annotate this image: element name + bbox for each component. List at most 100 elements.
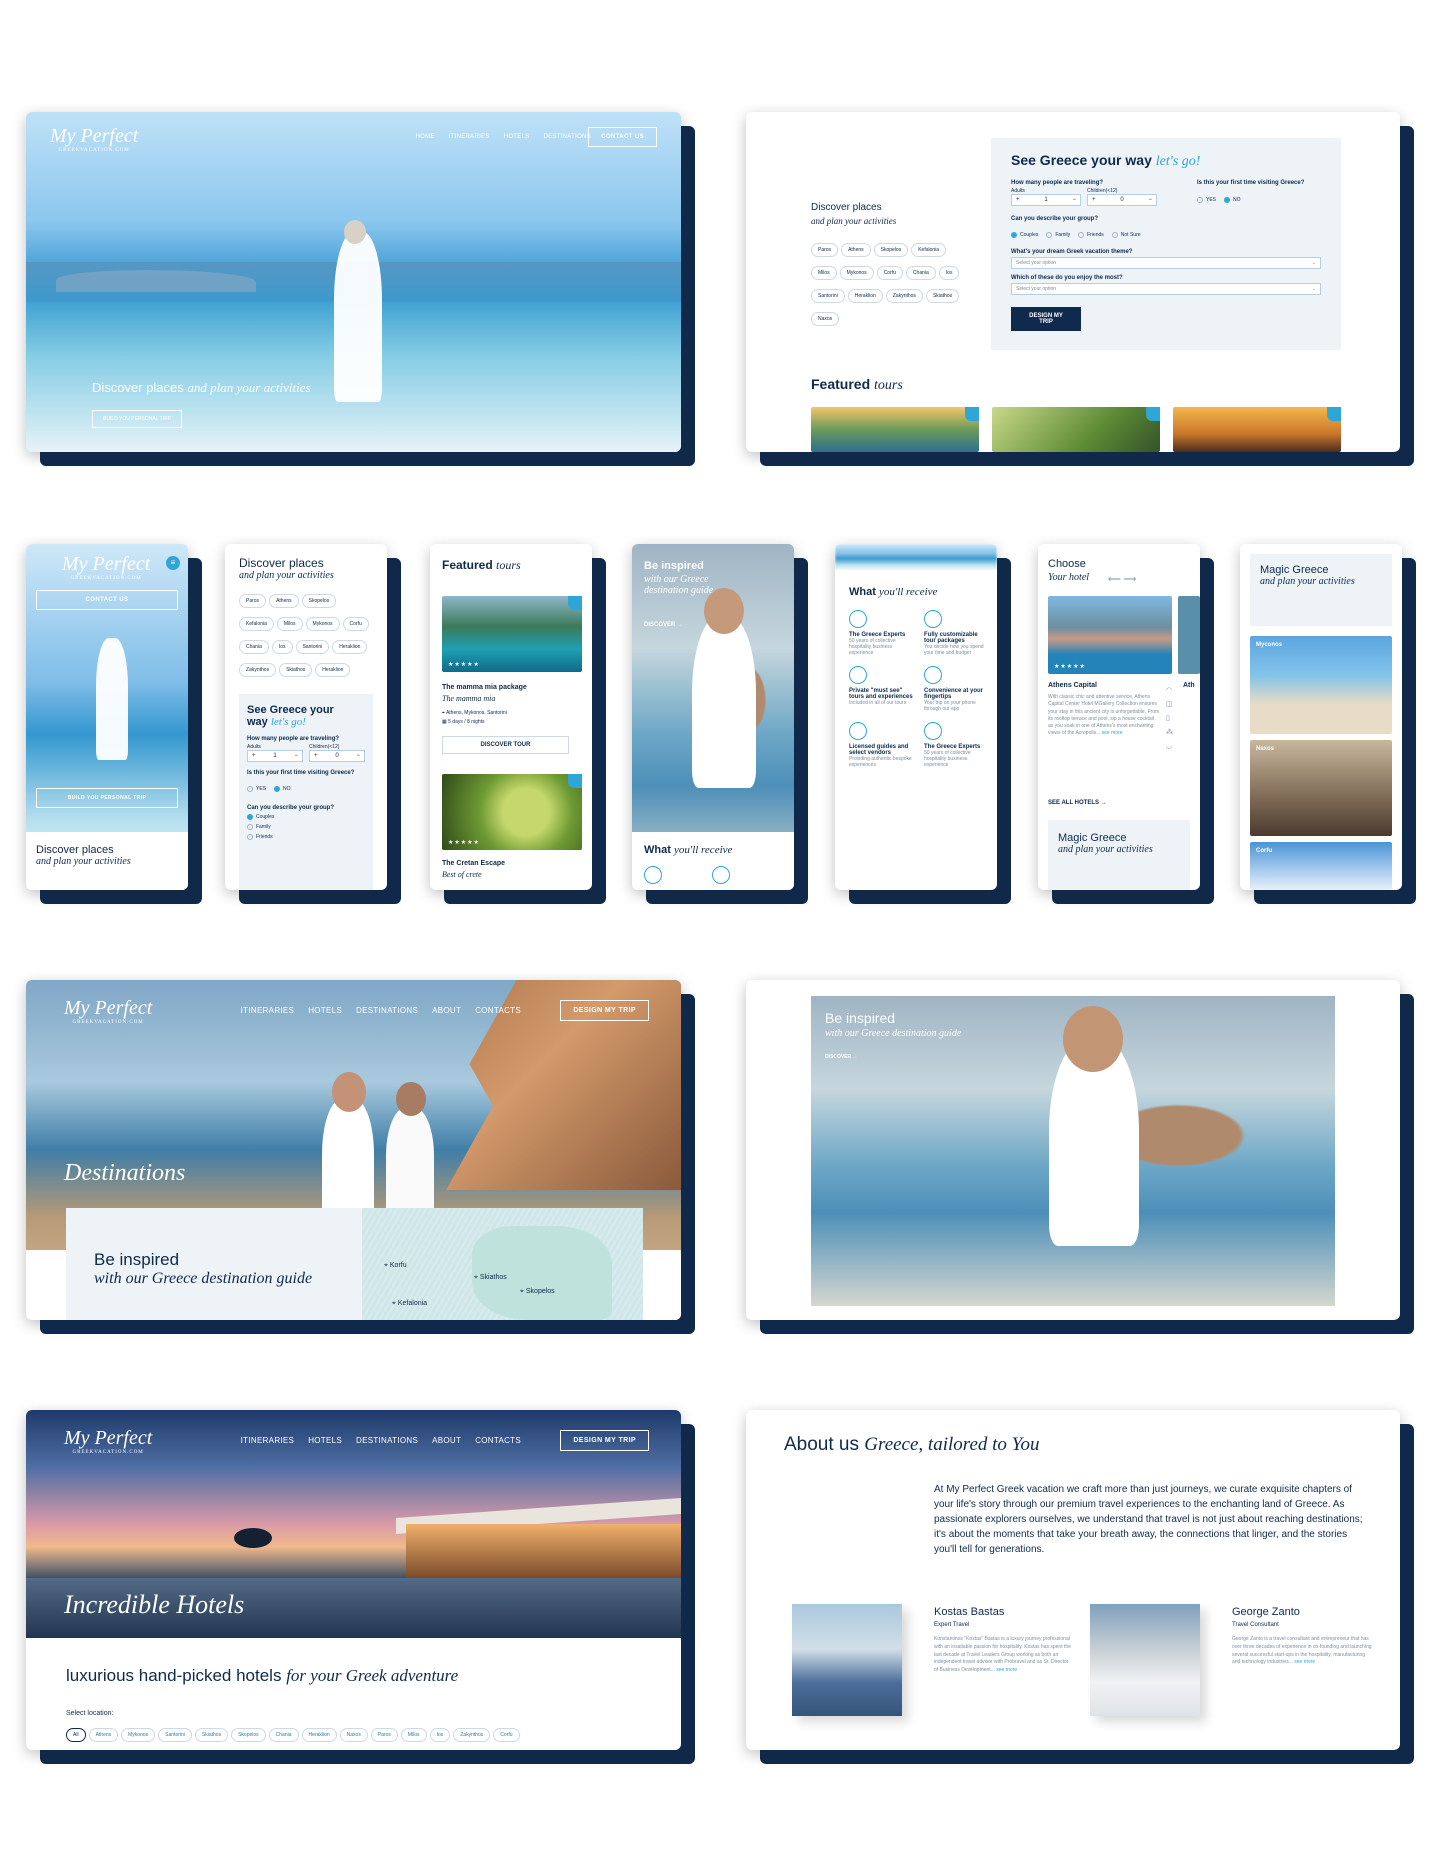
location-chip[interactable]: Skiathos: [194, 1728, 229, 1742]
group-radio-family[interactable]: Family: [247, 824, 357, 830]
place-chip[interactable]: Skopelos: [873, 243, 909, 257]
nav-hotels[interactable]: HOTELS: [308, 1436, 342, 1445]
place-chip[interactable]: Athens: [269, 594, 299, 608]
logo[interactable]: My Perfect GREEKVACATION.COM: [62, 554, 150, 581]
place-chip[interactable]: Skiathos: [925, 289, 960, 303]
yes-radio[interactable]: YES: [247, 786, 266, 792]
place-chip[interactable]: Santorini: [295, 640, 330, 654]
place-chip[interactable]: Athens: [841, 243, 871, 257]
destination-tile[interactable]: Corfu: [1250, 842, 1392, 890]
adults-stepper[interactable]: +1−: [1011, 194, 1081, 206]
see-more-link[interactable]: see more: [996, 1667, 1017, 1673]
place-chip[interactable]: Heraklion: [332, 640, 368, 654]
nav-destinations[interactable]: DESTINATIONS: [356, 1006, 418, 1015]
no-radio[interactable]: NO: [274, 786, 291, 792]
hotel-image[interactable]: [1178, 596, 1200, 674]
nav-about[interactable]: ABOUT: [432, 1006, 461, 1015]
see-more-link[interactable]: see more: [1102, 730, 1123, 736]
location-chip[interactable]: Santorini: [158, 1728, 192, 1742]
destination-tile[interactable]: Naxos: [1250, 740, 1392, 836]
nav-about[interactable]: ABOUT: [432, 1436, 461, 1445]
nav-hotels[interactable]: HOTELS: [308, 1006, 342, 1015]
place-chip[interactable]: Skopelos: [301, 594, 337, 608]
logo[interactable]: My Perfect GREEKVACATION.COM: [64, 998, 152, 1025]
place-chip[interactable]: Corfu: [876, 266, 903, 280]
hotel-image[interactable]: ★★★★★: [1048, 596, 1172, 674]
nav-contacts[interactable]: CONTACTS: [475, 1436, 521, 1445]
build-trip-button[interactable]: BUILD YOU PERSONAL TRIP: [36, 788, 178, 808]
children-stepper[interactable]: +0−: [1087, 194, 1157, 206]
menu-icon[interactable]: ≡: [166, 556, 180, 570]
nav-hotels[interactable]: HOTELS: [504, 134, 530, 140]
greece-map[interactable]: ⌖ Korfu ⌖ Skiathos ⌖ Skopelos ⌖ Kefaloni…: [362, 1208, 643, 1320]
location-chip[interactable]: Athens: [88, 1728, 119, 1742]
group-radio-couples[interactable]: Couples: [1011, 232, 1038, 238]
location-chip[interactable]: Zakynthos: [453, 1728, 491, 1742]
theme-select[interactable]: Select your option ⌄: [1011, 257, 1321, 269]
location-chip[interactable]: Heraklion: [301, 1728, 337, 1742]
map-marker-korfu[interactable]: ⌖ Korfu: [384, 1262, 407, 1270]
nav-contacts[interactable]: CONTACTS: [475, 1006, 521, 1015]
build-trip-button[interactable]: BUILD YOU PERSONAL TRIP: [92, 410, 182, 428]
see-all-hotels-link[interactable]: SEE ALL HOTELS →: [1048, 800, 1107, 806]
enjoy-select[interactable]: Select your option ⌄: [1011, 283, 1321, 295]
place-chip[interactable]: Zakynthos: [885, 289, 923, 303]
location-chip[interactable]: Paros: [370, 1728, 398, 1742]
place-chip[interactable]: Chania: [905, 266, 936, 280]
discover-link[interactable]: DISCOVER →: [825, 1054, 858, 1060]
map-marker-skiathos[interactable]: ⌖ Skiathos: [474, 1274, 507, 1282]
group-radio-couples[interactable]: Couples: [247, 814, 357, 820]
group-radio-friends[interactable]: Friends: [1078, 232, 1104, 238]
place-chip[interactable]: Kefalonia: [911, 243, 947, 257]
place-chip[interactable]: Corfu: [342, 617, 369, 631]
arrow-right-icon[interactable]: ⟶: [1123, 574, 1136, 584]
place-chip[interactable]: Santorini: [811, 289, 845, 303]
nav-destinations[interactable]: DESTINATIONS: [356, 1436, 418, 1445]
place-chip[interactable]: Heraklion: [315, 663, 351, 677]
place-chip[interactable]: Ios: [938, 266, 960, 280]
children-stepper[interactable]: +0−: [309, 750, 365, 762]
location-chip[interactable]: Mykonos: [121, 1728, 156, 1742]
place-chip[interactable]: Mykonos: [305, 617, 340, 631]
location-chip[interactable]: Milos: [400, 1728, 427, 1742]
nav-home[interactable]: HOME: [416, 134, 435, 140]
featured-tour-image[interactable]: [1173, 407, 1341, 452]
nav-itineraries[interactable]: ITINERARIES: [241, 1436, 295, 1445]
carousel-arrows[interactable]: ⟵ ⟶: [1108, 574, 1136, 585]
place-chip[interactable]: Heraklion: [847, 289, 883, 303]
location-chip[interactable]: Chania: [268, 1728, 299, 1742]
location-chip[interactable]: Skopelos: [231, 1728, 266, 1742]
place-chip[interactable]: Milos: [276, 617, 303, 631]
group-radio-notsure[interactable]: Not Sure: [1111, 232, 1141, 238]
tour-image[interactable]: ★★★★★: [442, 774, 582, 850]
location-chip-all[interactable]: All: [66, 1728, 86, 1742]
map-marker-skopelos[interactable]: ⌖ Skopelos: [520, 1288, 555, 1296]
no-radio[interactable]: NO: [1224, 197, 1241, 203]
place-chip[interactable]: Paros: [239, 594, 267, 608]
place-chip[interactable]: Kefalonia: [239, 617, 274, 631]
logo[interactable]: My Perfect GREEKVACATION.COM: [64, 1428, 152, 1455]
discover-tour-button[interactable]: DISCOVER TOUR: [442, 736, 569, 754]
place-chip[interactable]: Paros: [811, 243, 839, 257]
place-chip[interactable]: Skiathos: [279, 663, 313, 677]
contact-us-button[interactable]: CONTACT US: [36, 590, 178, 610]
place-chip[interactable]: Ios: [271, 640, 293, 654]
place-chip[interactable]: Zakynthos: [239, 663, 277, 677]
place-chip[interactable]: Naxos: [811, 312, 840, 326]
adults-stepper[interactable]: +1−: [247, 750, 303, 762]
design-trip-button[interactable]: DESIGN MY TRIP: [1011, 307, 1081, 331]
logo[interactable]: My Perfect GREEKVACATION.COM: [50, 126, 138, 153]
tour-image[interactable]: ★★★★★: [442, 596, 582, 672]
location-chip[interactable]: Corfu: [493, 1728, 520, 1742]
location-chip[interactable]: Naxos: [339, 1728, 368, 1742]
group-radio-family[interactable]: Family: [1046, 232, 1070, 238]
destination-tile[interactable]: Myconos: [1250, 636, 1392, 734]
nav-itineraries[interactable]: ITINERARIES: [449, 134, 490, 140]
map-marker-kefalonia[interactable]: ⌖ Kefalonia: [392, 1300, 427, 1308]
discover-link[interactable]: DISCOVER →: [644, 622, 683, 628]
place-chip[interactable]: Mykonos: [839, 266, 874, 280]
design-trip-button[interactable]: DESIGN MY TRIP: [560, 1000, 649, 1021]
contact-us-button[interactable]: CONTACT US: [588, 127, 657, 147]
place-chip[interactable]: Chania: [239, 640, 269, 654]
see-more-link[interactable]: see more: [1294, 1659, 1315, 1665]
